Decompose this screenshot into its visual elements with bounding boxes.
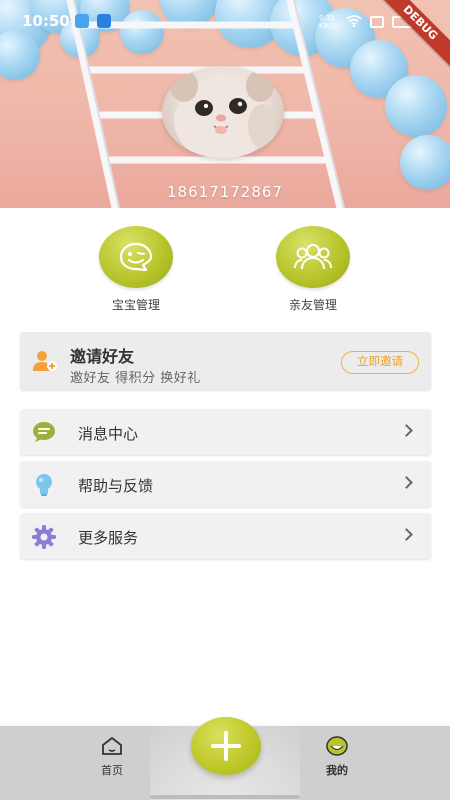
status-bar: 10:50 0.35 KB/S DEBUG bbox=[0, 0, 450, 72]
smiley-wink-icon bbox=[99, 226, 173, 288]
relatives-management-button[interactable]: 亲友管理 bbox=[263, 226, 363, 313]
status-time: 10:50 bbox=[22, 12, 70, 30]
home-icon bbox=[82, 736, 142, 760]
chevron-right-icon bbox=[400, 424, 413, 437]
status-system-icons: 0.35 KB/S bbox=[316, 12, 412, 31]
chevron-right-icon bbox=[400, 528, 413, 541]
cat-photo-icon bbox=[170, 70, 276, 158]
nav-home-label: 首页 bbox=[101, 764, 123, 777]
home-indicator bbox=[150, 795, 300, 799]
network-speed: 0.35 KB/S bbox=[318, 13, 336, 30]
profile-header: 10:50 0.35 KB/S DEBUG 18617172867 bbox=[0, 0, 450, 208]
invite-title: 邀请好友 bbox=[70, 347, 135, 366]
invite-friends-card[interactable]: 邀请好友 邀好友 得积分 换好礼 立即邀请 bbox=[20, 332, 431, 390]
menu-item-message-center[interactable]: 消息中心 bbox=[20, 409, 431, 455]
sim-icon bbox=[370, 15, 384, 28]
wifi-icon bbox=[346, 12, 362, 31]
quick-action-label: 亲友管理 bbox=[288, 298, 337, 312]
add-user-icon bbox=[33, 350, 57, 376]
baby-management-button[interactable]: 宝宝管理 bbox=[86, 226, 186, 313]
user-phone-number: 18617172867 bbox=[167, 183, 283, 201]
avatar[interactable] bbox=[162, 66, 284, 158]
quick-action-label: 宝宝管理 bbox=[111, 298, 160, 312]
nav-mine-label: 我的 bbox=[326, 764, 348, 777]
menu-item-label: 消息中心 bbox=[78, 425, 139, 443]
lightbulb-icon bbox=[32, 473, 56, 501]
menu-item-label: 更多服务 bbox=[78, 529, 139, 547]
menu-item-more-services[interactable]: 更多服务 bbox=[20, 513, 431, 559]
status-notification-icons bbox=[75, 14, 111, 28]
gear-icon bbox=[32, 525, 56, 553]
app-notification-icon bbox=[75, 14, 89, 28]
message-icon bbox=[32, 421, 56, 447]
nav-mine[interactable]: 我的 bbox=[307, 736, 367, 778]
menu-item-label: 帮助与反馈 bbox=[78, 477, 154, 495]
profile-screen: 10:50 0.35 KB/S DEBUG 18617172867 宝宝管理 亲… bbox=[0, 0, 450, 800]
app-notification-icon bbox=[97, 14, 111, 28]
menu-item-help-feedback[interactable]: 帮助与反馈 bbox=[20, 461, 431, 507]
plus-icon bbox=[224, 731, 228, 761]
invite-now-button[interactable]: 立即邀请 bbox=[341, 351, 419, 374]
add-button[interactable] bbox=[191, 717, 261, 775]
mine-face-icon bbox=[307, 736, 367, 760]
group-people-icon bbox=[276, 226, 350, 288]
invite-subtitle: 邀好友 得积分 换好礼 bbox=[70, 371, 201, 386]
nav-home[interactable]: 首页 bbox=[82, 736, 142, 778]
chevron-right-icon bbox=[400, 476, 413, 489]
